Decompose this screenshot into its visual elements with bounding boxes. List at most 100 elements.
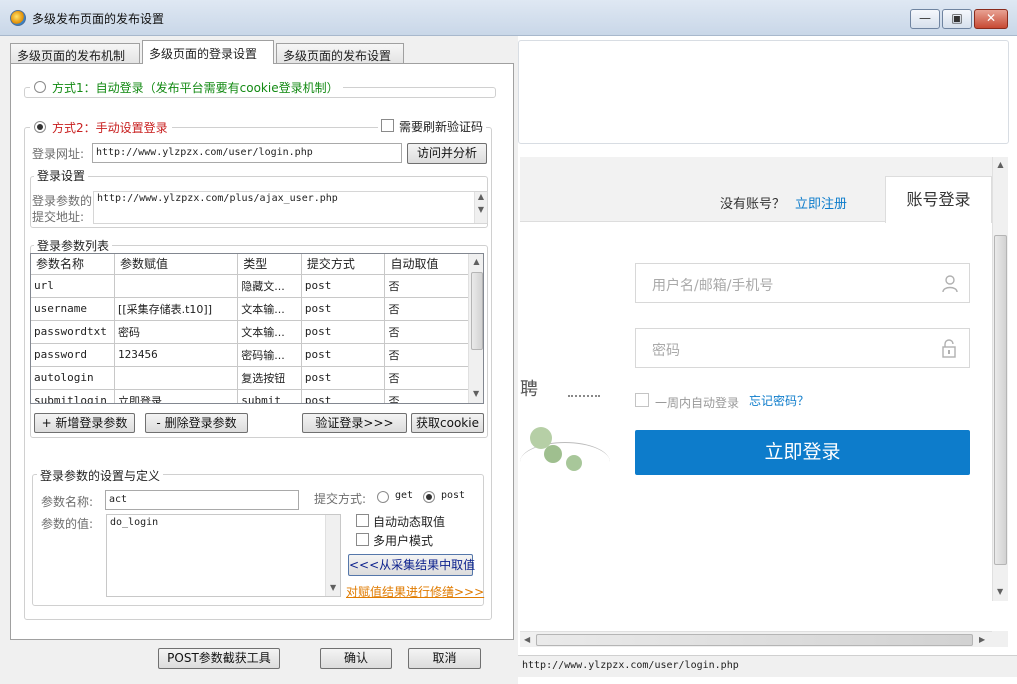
mode2-option[interactable]: 方式2：手动设置登录	[30, 119, 172, 137]
browser-vscrollbar[interactable]: ▲ ▼	[992, 157, 1008, 601]
scroll-up-icon[interactable]: ▲	[469, 257, 483, 266]
method-post-label: post	[441, 490, 466, 501]
status-bar: http://www.ylzpzx.com/user/login.php	[518, 655, 1017, 677]
visit-analyze-button[interactable]: 访问并分析	[407, 143, 487, 164]
username-input[interactable]: 用户名/邮箱/手机号	[635, 263, 970, 303]
method-post-option[interactable]: post	[423, 489, 471, 505]
submit-url-label-1: 登录参数的	[32, 194, 93, 208]
close-button[interactable]: ✕	[974, 9, 1008, 29]
cell-type: 隐藏文...	[237, 274, 302, 298]
table-row[interactable]: url 隐藏文... post 否	[31, 274, 469, 298]
refresh-captcha-option[interactable]: 需要刷新验证码	[378, 118, 487, 136]
cell-auto: 否	[384, 320, 469, 344]
tab-publish-settings[interactable]: 多级页面的发布设置	[276, 43, 404, 64]
cell-value: 123456	[114, 343, 239, 367]
add-param-button[interactable]: + 新增登录参数	[34, 413, 135, 433]
multi-user-option[interactable]: 多用户模式	[356, 532, 446, 548]
delete-param-button[interactable]: - 删除登录参数	[145, 413, 248, 433]
scroll-right-icon[interactable]: ▶	[979, 635, 985, 644]
method-get-option[interactable]: get	[377, 489, 417, 505]
scroll-left-icon[interactable]: ◀	[524, 635, 530, 644]
get-cookie-button[interactable]: 获取cookie	[411, 413, 484, 433]
scroll-down-icon[interactable]: ▼	[475, 205, 487, 214]
submit-url-textarea[interactable]: http://www.ylzpzx.com/plus/ajax_user.php	[93, 191, 488, 224]
scroll-down-icon[interactable]: ▼	[330, 583, 336, 592]
column-header-auto[interactable]: 自动取值	[384, 254, 469, 275]
param-name-input[interactable]: act	[105, 490, 299, 510]
account-login-tab[interactable]: 账号登录	[885, 176, 992, 223]
remember-label: 一周内自动登录	[655, 396, 740, 410]
param-value-scrollbar[interactable]: ▼	[325, 515, 340, 596]
refresh-captcha-checkbox[interactable]	[381, 119, 394, 132]
method-get-radio[interactable]	[377, 491, 389, 503]
mode1-option[interactable]: 方式1：自动登录（发布平台需要有cookie登录机制）	[30, 79, 343, 97]
verify-login-button[interactable]: 验证登录>>>	[302, 413, 407, 433]
multi-user-checkbox[interactable]	[356, 533, 369, 546]
cell-auto: 否	[384, 274, 469, 298]
scroll-down-icon[interactable]: ▼	[473, 389, 479, 398]
param-list-title: 登录参数列表	[34, 237, 113, 254]
column-header-value[interactable]: 参数赋值	[114, 254, 239, 275]
method-get-label: get	[395, 490, 414, 501]
params-table[interactable]: 参数名称 参数赋值 类型 提交方式 自动取值 url 隐藏文... post 否…	[30, 253, 484, 404]
table-row[interactable]: submitlogin 立即登录 submit post 否	[31, 389, 469, 403]
background-illustration: 聘	[520, 357, 620, 537]
register-link[interactable]: 立即注册	[795, 193, 847, 212]
scroll-up-icon[interactable]: ▲	[475, 192, 487, 201]
column-header-method[interactable]: 提交方式	[301, 254, 386, 275]
password-placeholder: 密码	[652, 343, 680, 359]
cell-name: passwordtxt	[31, 320, 116, 344]
column-header-name[interactable]: 参数名称	[31, 254, 116, 275]
mode1-label: 方式1：自动登录（发布平台需要有cookie登录机制）	[52, 81, 339, 95]
cell-auto: 否	[384, 366, 469, 390]
modify-result-link[interactable]: 对赋值结果进行修缮>>>	[346, 583, 484, 600]
tab-login-settings[interactable]: 多级页面的登录设置	[142, 40, 274, 64]
scroll-up-icon[interactable]: ▲	[993, 160, 1008, 169]
column-header-type[interactable]: 类型	[237, 254, 302, 275]
table-row[interactable]: password 123456 密码输... post 否	[31, 343, 469, 367]
username-placeholder: 用户名/邮箱/手机号	[652, 278, 774, 294]
table-row[interactable]: username [[采集存储表.t10]] 文本输... post 否	[31, 297, 469, 321]
cancel-button[interactable]: 取消	[408, 648, 481, 669]
browser-hscroll-thumb[interactable]	[536, 634, 973, 646]
mode1-radio[interactable]	[34, 81, 46, 93]
login-submit-button[interactable]: 立即登录	[635, 430, 970, 475]
cell-name: autologin	[31, 366, 116, 390]
user-icon	[942, 275, 958, 293]
auto-dynamic-option[interactable]: 自动动态取值	[356, 513, 456, 529]
from-collect-button[interactable]: <<<从采集结果中取值	[348, 554, 475, 576]
cell-value	[114, 366, 239, 390]
cell-method: post	[301, 366, 386, 390]
table-scroll-thumb[interactable]	[471, 272, 483, 350]
cell-name: username	[31, 297, 116, 321]
confirm-button[interactable]: 确认	[320, 648, 392, 669]
param-value-label: 参数的值:	[41, 517, 94, 531]
method-post-radio[interactable]	[423, 491, 435, 503]
tab-publish-mechanism[interactable]: 多级页面的发布机制	[10, 43, 140, 64]
auto-dynamic-label: 自动动态取值	[373, 515, 446, 529]
remember-checkbox[interactable]	[635, 393, 649, 407]
cell-method: post	[301, 389, 386, 403]
param-value-textarea[interactable]: do_login	[106, 514, 341, 597]
cell-type: 复选按钮	[237, 366, 302, 390]
browser-vscroll-thumb[interactable]	[994, 235, 1007, 565]
post-capture-tool-button[interactable]: POST参数截获工具	[158, 648, 280, 669]
cell-method: post	[301, 320, 386, 344]
lock-icon	[942, 339, 956, 358]
login-url-input[interactable]: http://www.ylzpzx.com/user/login.php	[92, 143, 402, 163]
table-row[interactable]: passwordtxt 密码 文本输... post 否	[31, 320, 469, 344]
submit-url-scrollbar[interactable]: ▲ ▼	[474, 192, 487, 223]
minimize-button[interactable]: —	[910, 9, 940, 29]
maximize-button[interactable]: ▣	[942, 9, 972, 29]
table-scrollbar[interactable]: ▲ ▼	[468, 254, 483, 403]
browser-hscrollbar[interactable]: ◀ ▶	[520, 631, 992, 647]
submit-url-label-2: 提交地址:	[32, 210, 85, 224]
scroll-down-icon[interactable]: ▼	[997, 587, 1003, 596]
mode2-radio[interactable]	[34, 121, 46, 133]
table-row[interactable]: autologin 复选按钮 post 否	[31, 366, 469, 390]
auto-dynamic-checkbox[interactable]	[356, 514, 369, 527]
password-input[interactable]: 密码	[635, 328, 970, 368]
preview-pane	[518, 40, 1009, 144]
forgot-password-link[interactable]: 忘记密码？	[749, 392, 809, 409]
param-name-label: 参数名称:	[41, 495, 94, 509]
